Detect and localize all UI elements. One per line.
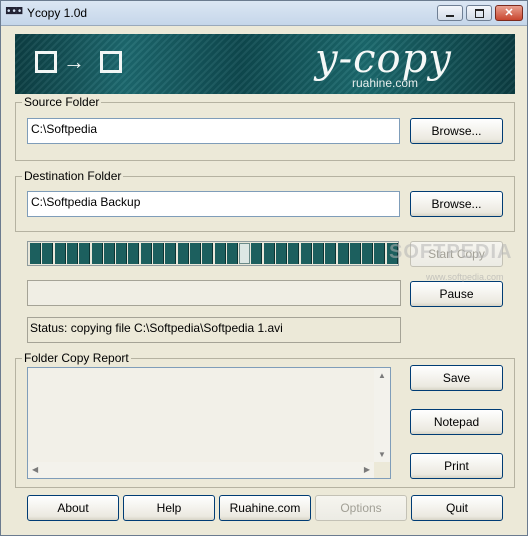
progress-segment	[251, 243, 263, 264]
progress-segment	[140, 243, 152, 264]
app-icon[interactable]: ◘◘◘	[6, 7, 22, 18]
print-button[interactable]: Print	[410, 453, 503, 479]
report-text-area[interactable]: ▲ ▼ ◀ ▶	[27, 367, 391, 479]
progress-segment	[177, 243, 189, 264]
brand-url: ruahine.com	[352, 76, 419, 90]
current-file-panel	[27, 280, 401, 306]
minimize-icon	[438, 6, 462, 20]
destination-square-icon	[100, 51, 122, 73]
progress-segment	[214, 243, 226, 264]
progress-segment	[30, 243, 41, 264]
progress-segment	[42, 243, 54, 264]
progress-segment	[337, 243, 349, 264]
app-banner: → y-copy ruahine.com	[15, 34, 515, 94]
pause-button[interactable]: Pause	[410, 281, 503, 307]
scroll-left-icon[interactable]: ◀	[32, 465, 38, 475]
main-window: ◘◘◘ Ycopy 1.0d → y-copy ruahine.com Sour…	[0, 0, 528, 536]
close-icon	[496, 6, 522, 21]
folder-copy-report-label: Folder Copy Report	[22, 351, 131, 365]
destination-browse-button[interactable]: Browse...	[410, 191, 503, 217]
progress-segment	[79, 243, 91, 264]
progress-segment	[226, 243, 238, 264]
progress-segment	[91, 243, 103, 264]
ruahine-link-button[interactable]: Ruahine.com	[219, 495, 311, 521]
progress-segment	[374, 243, 386, 264]
source-square-icon	[35, 51, 57, 73]
source-folder-label: Source Folder	[22, 95, 102, 109]
scrollbar-corner	[374, 462, 390, 478]
source-browse-button[interactable]: Browse...	[410, 118, 503, 144]
progress-segment	[66, 243, 78, 264]
options-button[interactable]: Options	[315, 495, 407, 521]
notepad-button[interactable]: Notepad	[410, 409, 503, 435]
progress-segment	[276, 243, 287, 264]
help-button[interactable]: Help	[123, 495, 215, 521]
report-vertical-scrollbar[interactable]: ▲ ▼	[374, 368, 390, 463]
close-button[interactable]	[495, 5, 523, 21]
progress-segment	[128, 243, 140, 264]
progress-segment	[116, 243, 128, 264]
progress-segment	[325, 243, 337, 264]
window-title: Ycopy 1.0d	[27, 6, 88, 20]
progress-segment	[312, 243, 324, 264]
progress-segment	[362, 243, 374, 264]
report-horizontal-scrollbar[interactable]: ◀ ▶	[28, 462, 374, 478]
title-bar[interactable]: ◘◘◘ Ycopy 1.0d	[1, 1, 527, 26]
progress-segment	[349, 243, 361, 264]
progress-segment	[263, 243, 275, 264]
maximize-icon	[467, 6, 491, 20]
copy-progress-bar	[27, 241, 399, 266]
scroll-up-icon[interactable]: ▲	[378, 371, 386, 381]
progress-segment	[189, 243, 201, 264]
progress-segment	[288, 243, 300, 264]
destination-folder-label: Destination Folder	[22, 169, 124, 183]
progress-segment	[386, 243, 398, 264]
status-line: Status: copying file C:\Softpedia\Softpe…	[27, 317, 401, 343]
maximize-button[interactable]	[466, 5, 492, 21]
quit-button[interactable]: Quit	[411, 495, 503, 521]
progress-segment	[54, 243, 66, 264]
about-button[interactable]: About	[27, 495, 119, 521]
arrow-right-icon: →	[63, 49, 85, 74]
destination-folder-field[interactable]: C:\Softpedia Backup	[27, 191, 400, 217]
progress-segment	[202, 243, 214, 264]
progress-segment	[153, 243, 164, 264]
progress-segment	[300, 243, 312, 264]
progress-segment	[103, 243, 115, 264]
source-folder-field[interactable]: C:\Softpedia	[27, 118, 400, 144]
scroll-right-icon[interactable]: ▶	[364, 465, 370, 475]
save-button[interactable]: Save	[410, 365, 503, 391]
minimize-button[interactable]	[437, 5, 463, 21]
progress-segment	[165, 243, 177, 264]
progress-marker	[239, 243, 251, 264]
start-copy-button[interactable]: Start Copy	[410, 241, 503, 267]
scroll-down-icon[interactable]: ▼	[378, 450, 386, 460]
